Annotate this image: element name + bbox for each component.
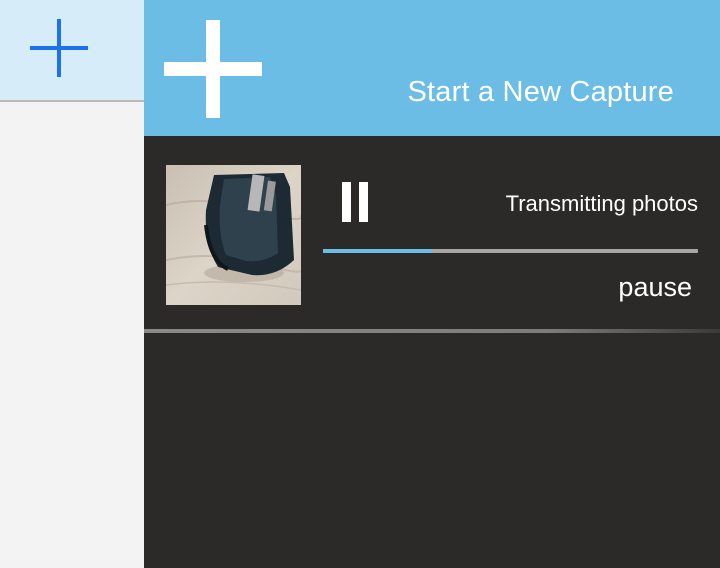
main-panel: Start a New Capture Transmitting photos … xyxy=(144,0,720,568)
plus-icon xyxy=(164,20,262,118)
app-screen: Start a New Capture Transmitting photos … xyxy=(0,0,720,568)
plus-icon xyxy=(30,19,88,77)
capture-title: Start a New Capture xyxy=(407,76,674,108)
progress-bar xyxy=(323,249,698,253)
capture-job-row: Transmitting photos pause xyxy=(144,136,720,332)
sidebar xyxy=(0,0,144,568)
sidebar-header xyxy=(0,0,144,102)
progress-bar-fill xyxy=(323,249,432,253)
transfer-status-text: Transmitting photos xyxy=(505,191,698,216)
start-capture-button[interactable]: Start a New Capture xyxy=(144,0,720,136)
photo-thumbnail[interactable] xyxy=(166,165,301,305)
pause-button[interactable]: pause xyxy=(618,272,692,303)
pause-icon[interactable] xyxy=(342,182,368,222)
row-divider xyxy=(144,329,720,333)
photo-thumbnail-image xyxy=(166,165,301,305)
pause-glyph xyxy=(342,182,368,222)
sidebar-add-button[interactable] xyxy=(28,17,90,79)
